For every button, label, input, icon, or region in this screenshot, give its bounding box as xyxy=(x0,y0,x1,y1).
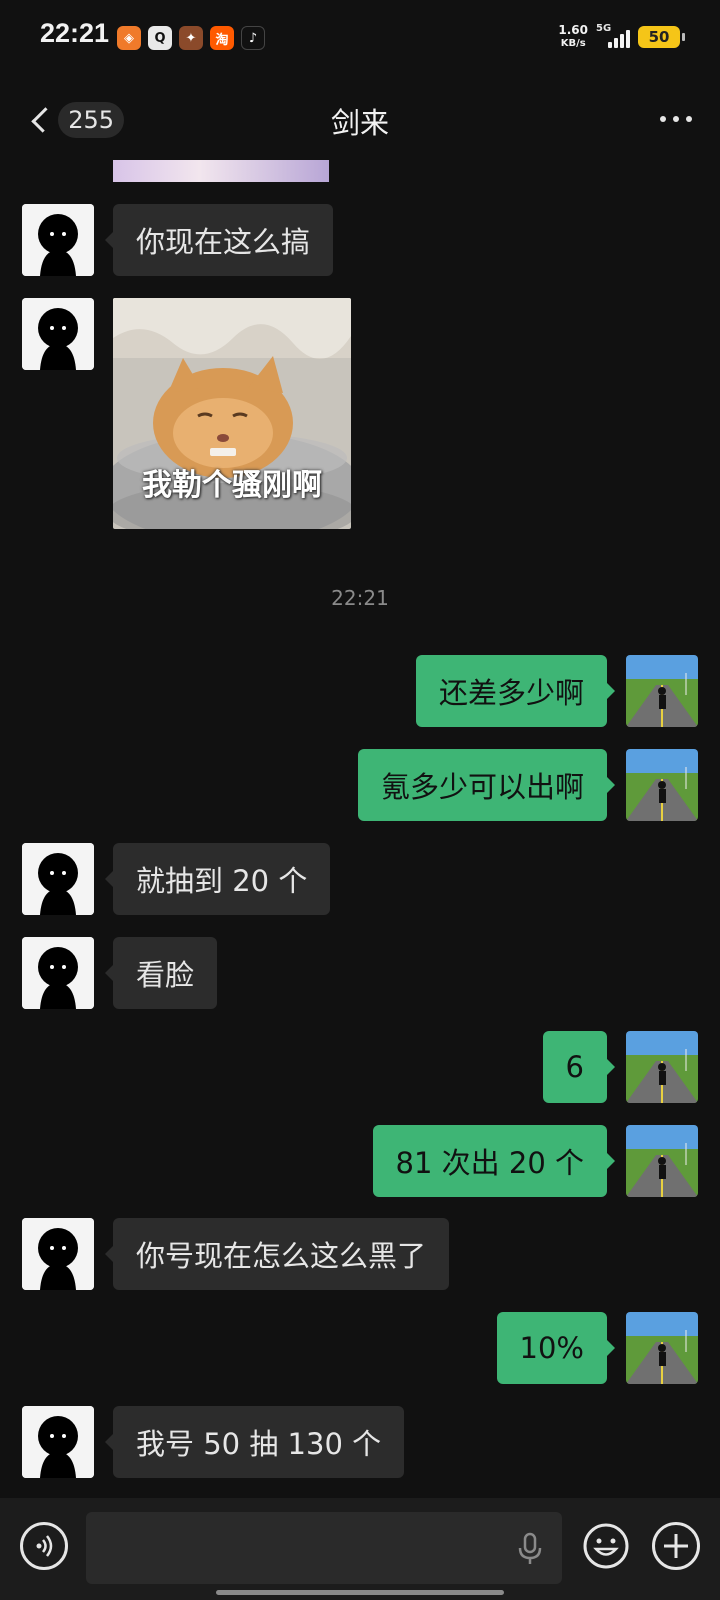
taobao-icon: 淘 xyxy=(210,26,234,50)
network-speed-value: 1.60 xyxy=(558,23,588,37)
qq-icon: Q xyxy=(148,26,172,50)
road-runner-photo-icon xyxy=(626,1031,698,1103)
shadow-figure-icon xyxy=(22,1218,94,1290)
smiley-face-icon xyxy=(583,1523,629,1569)
shadow-figure-icon xyxy=(22,204,94,276)
previous-image-fragment[interactable] xyxy=(113,160,329,182)
emoji-button[interactable] xyxy=(582,1522,630,1570)
incoming-message[interactable]: 你号现在怎么这么黑了 xyxy=(104,1218,450,1290)
shadow-figure-icon xyxy=(22,298,94,370)
network-type: 5G xyxy=(596,23,612,34)
message-input-bar xyxy=(0,1498,720,1600)
status-bar: 22:21 ◈ Q ✦ 淘 ♪ 1.60 KB/s 5G 50 xyxy=(0,0,720,80)
shadow-figure-icon xyxy=(22,843,94,915)
message-text-input[interactable] xyxy=(86,1512,562,1584)
more-actions-button[interactable] xyxy=(652,1522,700,1570)
signal-icon: 5G xyxy=(596,23,630,48)
incoming-message[interactable]: 就抽到 20 个 xyxy=(104,843,331,915)
contact-avatar[interactable] xyxy=(22,298,94,370)
network-speed: 1.60 KB/s xyxy=(558,24,588,50)
more-dots-icon xyxy=(660,116,666,122)
sticker-caption: 我勒个骚刚啊 xyxy=(142,468,322,503)
outgoing-message[interactable]: 氪多少可以出啊 xyxy=(357,749,616,821)
message-timestamp: 22:21 xyxy=(331,586,389,610)
shadow-figure-icon xyxy=(22,937,94,1009)
network-speed-unit: KB/s xyxy=(560,38,586,49)
voice-mode-button[interactable] xyxy=(20,1522,68,1570)
incoming-message[interactable]: 看脸 xyxy=(104,937,218,1009)
incoming-message[interactable]: 你现在这么搞 xyxy=(104,204,334,276)
road-runner-photo-icon xyxy=(626,1312,698,1384)
road-runner-photo-icon xyxy=(626,1125,698,1197)
more-options-button[interactable] xyxy=(660,116,692,122)
app-notification-icon: ◈ xyxy=(117,26,141,50)
home-indicator[interactable] xyxy=(216,1590,504,1595)
status-indicators: 1.60 KB/s 5G 50 xyxy=(558,23,685,50)
battery-icon: 50 xyxy=(638,26,685,48)
my-avatar[interactable] xyxy=(626,1031,698,1103)
notification-icons: ◈ Q ✦ 淘 ♪ xyxy=(117,26,265,50)
contact-avatar[interactable] xyxy=(22,1218,94,1290)
outgoing-message[interactable]: 10% xyxy=(496,1312,616,1384)
outgoing-message[interactable]: 81 次出 20 个 xyxy=(372,1125,616,1197)
battery-level: 50 xyxy=(648,28,670,46)
my-avatar[interactable] xyxy=(626,1125,698,1197)
outgoing-message[interactable]: 6 xyxy=(542,1031,616,1103)
status-time: 22:21 xyxy=(40,18,110,48)
contact-avatar[interactable] xyxy=(22,1406,94,1478)
microphone-icon[interactable] xyxy=(516,1532,544,1566)
game-icon: ✦ xyxy=(179,26,203,50)
road-runner-photo-icon xyxy=(626,749,698,821)
chat-screen: 22:21 ◈ Q ✦ 淘 ♪ 1.60 KB/s 5G 50 255 剑来 你… xyxy=(0,0,720,1600)
tiktok-icon: ♪ xyxy=(241,26,265,50)
contact-avatar[interactable] xyxy=(22,937,94,1009)
contact-avatar[interactable] xyxy=(22,843,94,915)
my-avatar[interactable] xyxy=(626,655,698,727)
voice-wave-icon xyxy=(36,1535,53,1557)
my-avatar[interactable] xyxy=(626,1312,698,1384)
incoming-message[interactable]: 我号 50 抽 130 个 xyxy=(104,1406,405,1478)
chat-header: 255 剑来 xyxy=(0,80,720,160)
outgoing-message[interactable]: 还差多少啊 xyxy=(415,655,616,727)
chat-title: 剑来 xyxy=(330,106,389,140)
cat-sticker-image[interactable]: 我勒个骚刚啊 xyxy=(113,298,351,529)
road-runner-photo-icon xyxy=(626,655,698,727)
my-avatar[interactable] xyxy=(626,749,698,821)
shadow-figure-icon xyxy=(22,1406,94,1478)
contact-avatar[interactable] xyxy=(22,204,94,276)
